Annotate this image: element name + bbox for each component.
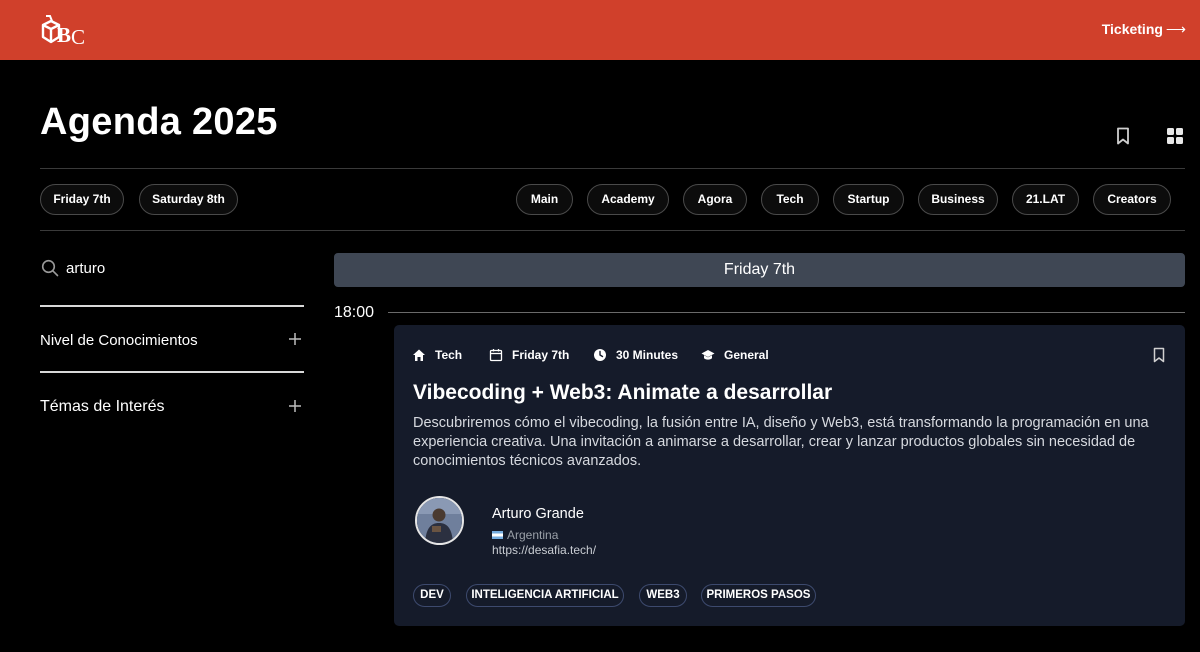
filter-label: Nivel de Conocimientos: [40, 332, 198, 349]
topic-tag[interactable]: DEV: [413, 584, 451, 607]
clock-icon: [594, 349, 606, 361]
session-day: Friday 7th: [489, 347, 569, 363]
bookmark-icon[interactable]: [1152, 347, 1166, 363]
stage-pill-tech[interactable]: Tech: [761, 184, 819, 215]
session-stage-label: Tech: [435, 348, 463, 362]
filter-topics[interactable]: Témas de Interés: [40, 393, 304, 423]
ticketing-label: Ticketing: [1101, 21, 1163, 37]
session-stage: Tech: [412, 347, 462, 363]
stage-pill-main[interactable]: Main: [516, 184, 573, 215]
session-duration-label: 30 Minutes: [616, 348, 679, 362]
calendar-icon: [489, 349, 503, 362]
graduation-cap-icon: [701, 350, 715, 360]
search-icon: [41, 259, 59, 277]
stage-pill-21lat[interactable]: 21.LAT: [1012, 184, 1079, 215]
divider: [40, 168, 1185, 169]
day-header: Friday 7th: [334, 253, 1185, 287]
stage-pill-business[interactable]: Business: [918, 184, 998, 215]
plus-icon: [289, 333, 301, 345]
session-card[interactable]: Tech Friday 7th 30 Minutes General Vibec…: [394, 325, 1185, 626]
speaker-country-label: Argentina: [507, 528, 559, 542]
session-duration: 30 Minutes: [593, 347, 678, 363]
topic-tag[interactable]: PRIMEROS PASOS: [701, 584, 816, 607]
page-title: Agenda 2025: [40, 101, 278, 143]
plus-icon: [289, 400, 301, 412]
session-day-label: Friday 7th: [512, 348, 570, 362]
day-pill-saturday[interactable]: Saturday 8th: [139, 184, 238, 215]
divider: [40, 305, 304, 307]
time-slot-label: 18:00: [334, 304, 375, 321]
divider: [40, 230, 1185, 231]
day-pill-friday[interactable]: Friday 7th: [40, 184, 124, 215]
svg-text:C: C: [71, 25, 85, 49]
speaker-country: Argentina: [492, 528, 558, 542]
divider: [40, 371, 304, 373]
stage-pill-academy[interactable]: Academy: [587, 184, 669, 215]
top-bar: B C Ticketing ⟶: [0, 0, 1200, 60]
bookmark-icon[interactable]: [1114, 127, 1132, 145]
arrow-right-icon: ⟶: [1165, 21, 1186, 37]
home-icon: [413, 349, 425, 361]
session-description: Descubriremos cómo el vibecoding, la fus…: [413, 415, 1149, 469]
topic-tag[interactable]: INTELIGENCIA ARTIFICIAL: [466, 584, 624, 607]
ticketing-link[interactable]: Ticketing ⟶: [1102, 21, 1186, 38]
argentina-flag-icon: [492, 531, 503, 539]
speaker-avatar[interactable]: [415, 496, 464, 545]
session-level-label: General: [724, 348, 769, 362]
filter-label: Témas de Interés: [40, 398, 165, 415]
grid-icon[interactable]: [1166, 127, 1184, 145]
topic-tag[interactable]: WEB3: [639, 584, 687, 607]
filter-knowledge-level[interactable]: Nivel de Conocimientos: [40, 326, 304, 356]
stage-pill-agora[interactable]: Agora: [683, 184, 747, 215]
session-title[interactable]: Vibecoding + Web3: Animate a desarrollar: [413, 381, 832, 405]
stage-pill-startup[interactable]: Startup: [833, 184, 904, 215]
session-level: General: [701, 347, 769, 363]
search-input[interactable]: [66, 256, 302, 280]
time-slot-line: [388, 312, 1185, 313]
speaker-url[interactable]: https://desafia.tech/: [492, 543, 596, 557]
stage-pill-creators[interactable]: Creators: [1093, 184, 1171, 215]
speaker-name[interactable]: Arturo Grande: [492, 506, 584, 522]
svg-text:B: B: [57, 23, 71, 47]
abc-cube-logo[interactable]: B C: [40, 12, 88, 50]
